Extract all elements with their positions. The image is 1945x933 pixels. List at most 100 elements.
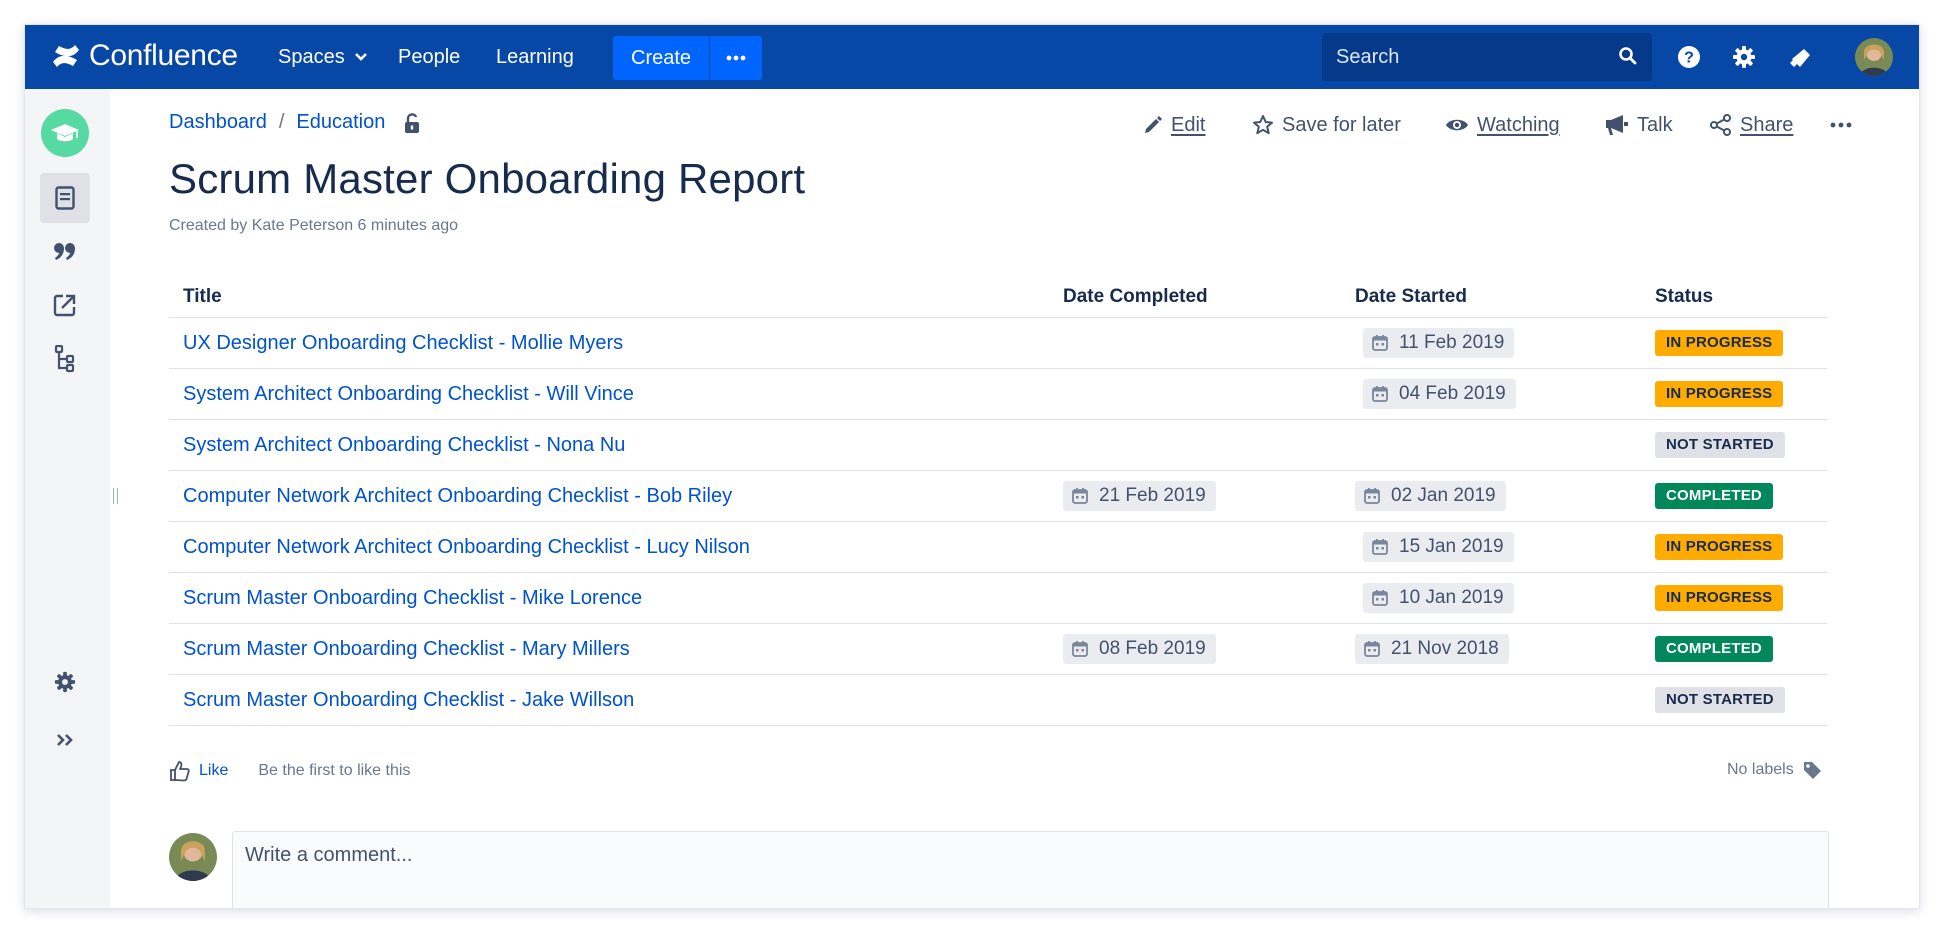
cell-status: IN PROGRESS — [1641, 572, 1827, 624]
report-table: Title Date Completed Date Started Status… — [169, 277, 1827, 726]
calendar-icon — [1364, 641, 1380, 657]
space-logo[interactable] — [41, 109, 89, 157]
header-status[interactable]: Status — [1641, 277, 1827, 318]
breadcrumb-dashboard[interactable]: Dashboard — [169, 111, 267, 134]
checklist-page-link[interactable]: System Architect Onboarding Checklist - … — [183, 383, 634, 405]
checklist-page-link[interactable]: Scrum Master Onboarding Checklist - Mary… — [183, 638, 630, 660]
svg-text:?: ? — [1684, 50, 1694, 67]
watching-button[interactable]: Watching — [1445, 107, 1560, 143]
nav-learning[interactable]: Learning — [496, 25, 574, 89]
table-header-row: Title Date Completed Date Started Status — [169, 277, 1827, 318]
table-row: Scrum Master Onboarding Checklist - Jake… — [169, 674, 1827, 726]
share-button[interactable]: Share — [1710, 107, 1793, 143]
checklist-page-link[interactable]: UX Designer Onboarding Checklist - Molli… — [183, 332, 623, 354]
header-date-started[interactable]: Date Started — [1341, 277, 1641, 318]
notifications-megaphone-icon[interactable] — [1787, 43, 1815, 71]
more-horizontal-icon — [1830, 122, 1852, 128]
thumbs-up-icon[interactable] — [169, 760, 191, 782]
date-started-lozenge[interactable]: 02 Jan 2019 — [1355, 481, 1506, 511]
help-icon[interactable]: ? — [1675, 43, 1703, 71]
search-input[interactable] — [1322, 36, 1608, 78]
expand-sidebar-icon — [57, 734, 73, 746]
cell-date-completed: 21 Feb 2019 — [1049, 470, 1341, 522]
cell-title: System Architect Onboarding Checklist - … — [169, 368, 1049, 420]
date-started-lozenge[interactable]: 15 Jan 2019 — [1363, 532, 1514, 562]
expand-sidebar-button[interactable] — [40, 715, 90, 765]
checklist-page-link[interactable]: Computer Network Architect Onboarding Ch… — [183, 485, 732, 507]
user-avatar[interactable] — [1855, 38, 1893, 76]
settings-gear-icon[interactable] — [1730, 43, 1758, 71]
cell-status: COMPLETED — [1641, 623, 1827, 675]
table-row: Computer Network Architect Onboarding Ch… — [169, 521, 1827, 573]
table-row: Scrum Master Onboarding Checklist - Mary… — [169, 623, 1827, 675]
breadcrumb-separator: / — [278, 111, 285, 133]
more-actions-button[interactable] — [1830, 107, 1860, 143]
labels-section[interactable]: No labels — [1727, 760, 1822, 780]
date-started-text: 15 Jan 2019 — [1399, 536, 1504, 557]
checklist-page-link[interactable]: System Architect Onboarding Checklist - … — [183, 434, 625, 456]
talk-button[interactable]: Talk — [1605, 107, 1673, 143]
cell-title: UX Designer Onboarding Checklist - Molli… — [169, 317, 1049, 369]
sidebar-page-tree-button[interactable] — [40, 334, 90, 384]
save-for-later-button[interactable]: Save for later — [1252, 107, 1401, 143]
search-icon[interactable] — [1618, 46, 1638, 66]
date-started-lozenge[interactable]: 10 Jan 2019 — [1363, 583, 1514, 613]
graduation-cap-icon — [51, 124, 79, 142]
table-row: System Architect Onboarding Checklist - … — [169, 419, 1827, 471]
calendar-icon — [1372, 590, 1388, 606]
cell-status: COMPLETED — [1641, 470, 1827, 522]
checklist-page-link[interactable]: Scrum Master Onboarding Checklist - Mike… — [183, 587, 642, 609]
unlocked-restrictions-icon[interactable] — [403, 112, 421, 134]
calendar-icon — [1364, 488, 1380, 504]
header-date-completed[interactable]: Date Completed — [1049, 277, 1341, 318]
nav-spaces[interactable]: Spaces — [278, 25, 368, 89]
cell-date-completed — [1049, 572, 1341, 624]
create-more-button[interactable] — [709, 36, 763, 80]
status-badge: COMPLETED — [1655, 636, 1773, 662]
like-summary: Be the first to like this — [258, 762, 411, 779]
page-tree-icon — [54, 345, 75, 373]
cell-date-started: 10 Jan 2019 — [1341, 572, 1641, 624]
cell-date-completed: 08 Feb 2019 — [1049, 623, 1341, 675]
comment-editor[interactable] — [232, 831, 1829, 908]
checklist-page-link[interactable]: Computer Network Architect Onboarding Ch… — [183, 536, 750, 558]
create-button[interactable]: Create — [613, 36, 710, 80]
breadcrumb-education[interactable]: Education — [296, 111, 385, 134]
date-started-lozenge[interactable]: 21 Nov 2018 — [1355, 634, 1509, 664]
sidebar-pages-button[interactable] — [40, 173, 90, 223]
page-byline: Created by Kate Peterson 6 minutes ago — [169, 217, 459, 234]
comment-input[interactable] — [233, 840, 1757, 870]
space-sidebar — [25, 89, 110, 908]
space-settings-button[interactable] — [40, 657, 90, 707]
cell-title: System Architect Onboarding Checklist - … — [169, 419, 1049, 471]
date-started-lozenge[interactable]: 11 Feb 2019 — [1363, 328, 1515, 358]
sidebar-shortcut-button[interactable] — [40, 280, 90, 330]
status-badge: NOT STARTED — [1655, 687, 1785, 713]
header-title[interactable]: Title — [169, 277, 1049, 318]
edit-button[interactable]: Edit — [1143, 107, 1205, 143]
date-started-lozenge[interactable]: 04 Feb 2019 — [1363, 379, 1516, 409]
cell-date-started — [1341, 674, 1641, 726]
external-link-icon — [53, 294, 76, 317]
sidebar-resize-handle[interactable] — [110, 485, 120, 507]
sidebar-blog-button[interactable] — [40, 227, 90, 277]
confluence-logo[interactable]: Confluence — [51, 38, 238, 74]
calendar-icon — [1372, 386, 1388, 402]
browser-frame: Confluence Spaces People Learning Create — [25, 25, 1919, 908]
status-badge: NOT STARTED — [1655, 432, 1785, 458]
date-completed-lozenge[interactable]: 21 Feb 2019 — [1063, 481, 1216, 511]
checklist-page-link[interactable]: Scrum Master Onboarding Checklist - Jake… — [183, 689, 634, 711]
table-row: System Architect Onboarding Checklist - … — [169, 368, 1827, 420]
like-link[interactable]: Like — [199, 762, 228, 780]
date-completed-lozenge[interactable]: 08 Feb 2019 — [1063, 634, 1216, 664]
cell-date-completed — [1049, 419, 1341, 471]
nav-spaces-label: Spaces — [278, 45, 345, 68]
nav-people[interactable]: People — [398, 25, 460, 89]
calendar-icon — [1372, 539, 1388, 555]
create-group: Create — [613, 36, 763, 80]
cell-date-completed — [1049, 368, 1341, 420]
status-badge: IN PROGRESS — [1655, 330, 1784, 356]
share-label: Share — [1740, 113, 1794, 136]
date-started-text: 04 Feb 2019 — [1399, 383, 1506, 404]
edit-label: Edit — [1171, 113, 1206, 136]
